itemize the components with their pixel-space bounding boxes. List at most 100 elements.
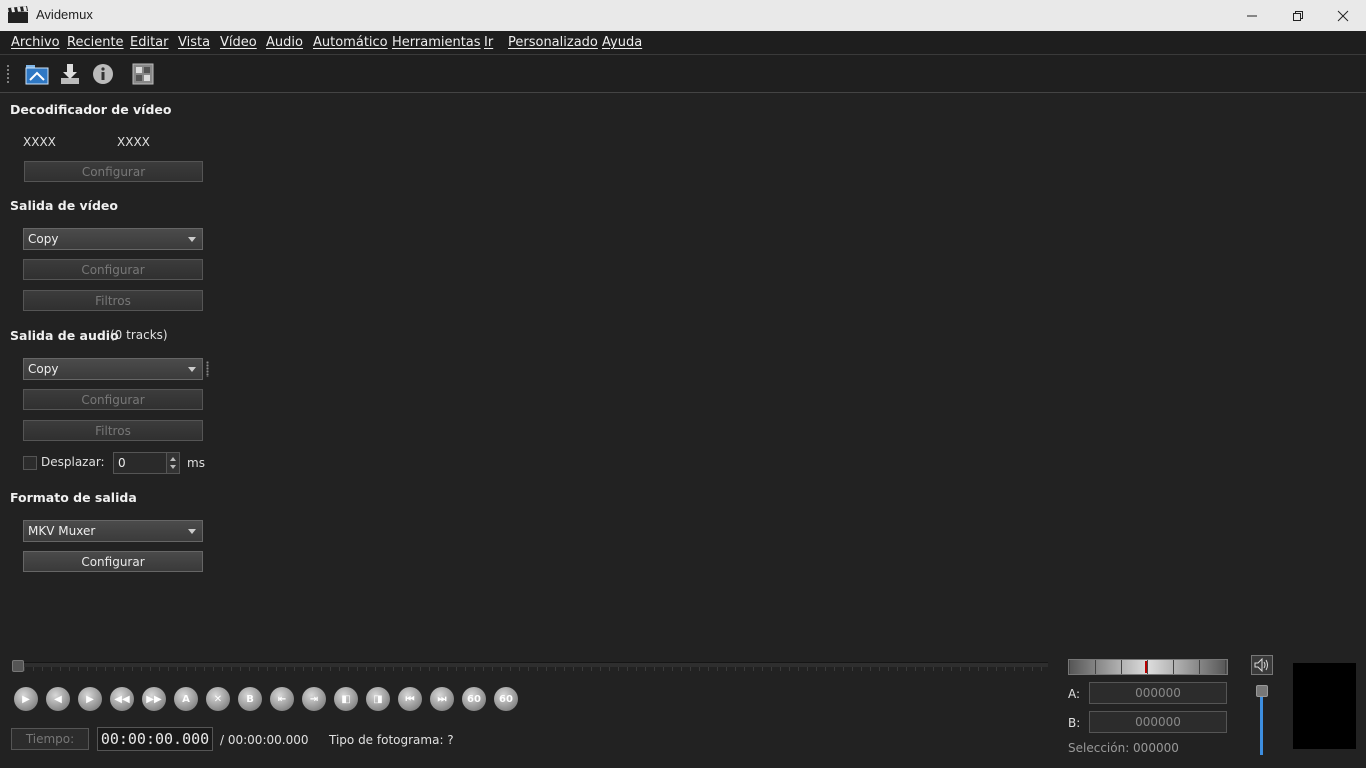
audio-tracks-count: (0 tracks) xyxy=(110,328,168,342)
back-60-button[interactable]: 60 xyxy=(462,687,486,711)
previous-keyframe-button[interactable]: ⇤ xyxy=(270,687,294,711)
total-time: / 00:00:00.000 xyxy=(220,733,309,747)
go-first-button[interactable]: ⏮ xyxy=(398,687,422,711)
delete-icon: ✕ xyxy=(213,693,223,705)
video-preview xyxy=(1293,663,1356,749)
info-icon[interactable] xyxy=(90,61,116,87)
audio-configure-button[interactable]: Configurar xyxy=(23,389,203,410)
restore-button[interactable] xyxy=(1275,0,1321,31)
go-last-icon: ⏭ xyxy=(437,693,447,705)
go-first-icon: ⏮ xyxy=(405,693,415,705)
menu-bar: Archivo Reciente Editar Vista Vídeo Audi… xyxy=(0,31,1366,55)
shift-spinbox[interactable]: 0 xyxy=(113,452,180,474)
marker-a-field[interactable]: 000000 xyxy=(1089,682,1227,704)
go-last-button[interactable]: ⏭ xyxy=(430,687,454,711)
video-codec-select[interactable]: Copy xyxy=(23,228,203,250)
volume-slider[interactable] xyxy=(1260,697,1263,755)
speaker-icon xyxy=(1254,657,1268,673)
previous-frame-button[interactable]: ◀ xyxy=(46,687,70,711)
menu-ir[interactable]: Ir xyxy=(484,35,493,50)
save-file-icon[interactable] xyxy=(57,61,83,87)
menu-herramientas[interactable]: Herramientas xyxy=(392,35,481,50)
menu-ayuda[interactable]: Ayuda xyxy=(602,35,642,50)
set-marker-a-button[interactable]: A xyxy=(174,687,198,711)
audio-codec-value: Copy xyxy=(28,362,59,376)
close-icon xyxy=(1337,10,1349,21)
back-60-icon: 60 xyxy=(467,693,481,705)
marker-b-field[interactable]: 000000 xyxy=(1089,711,1227,733)
audio-filters-button[interactable]: Filtros xyxy=(23,420,203,441)
audio-splitter-handle[interactable] xyxy=(206,361,209,377)
next-black-icon: ◨ xyxy=(373,693,383,705)
minimize-icon xyxy=(1247,15,1257,16)
minimize-button[interactable] xyxy=(1229,0,1275,31)
meter-marker xyxy=(1145,661,1147,673)
next-frame-button[interactable]: ▶ xyxy=(78,687,102,711)
previous-black-icon: ◧ xyxy=(341,693,351,705)
menu-personalizado[interactable]: Personalizado xyxy=(508,35,598,50)
marker-a-label: A: xyxy=(1068,687,1081,701)
toolbar xyxy=(0,55,1366,93)
video-filters-button[interactable]: Filtros xyxy=(23,290,203,311)
frame-type: Tipo de fotograma: ? xyxy=(329,733,454,747)
decoder-codec-left: XXXX xyxy=(23,135,56,149)
time-button[interactable]: Tiempo: xyxy=(11,728,89,750)
muxer-configure-button[interactable]: Configurar xyxy=(23,551,203,572)
spin-arrows-icon[interactable] xyxy=(166,453,179,473)
current-time-field[interactable]: 00:00:00.000 xyxy=(97,727,213,751)
next-keyframe-icon: ⇥ xyxy=(309,693,319,705)
rewind-button[interactable]: ◀◀ xyxy=(110,687,134,711)
chevron-down-icon xyxy=(188,237,196,242)
play-button[interactable]: ▶ xyxy=(14,687,38,711)
previous-frame-icon: ◀ xyxy=(54,693,62,705)
menu-vista[interactable]: Vista xyxy=(178,35,210,50)
shift-value: 0 xyxy=(118,456,126,470)
menu-automatico[interactable]: Automático xyxy=(313,35,388,50)
decoder-codec-right: XXXX xyxy=(117,135,150,149)
video-configure-button[interactable]: Configurar xyxy=(23,259,203,280)
selection-text: Selección: 000000 xyxy=(1068,741,1179,755)
volume-button[interactable] xyxy=(1251,655,1273,675)
chevron-down-icon xyxy=(188,529,196,534)
menu-editar[interactable]: Editar xyxy=(130,35,169,50)
audio-codec-select[interactable]: Copy xyxy=(23,358,203,380)
video-decoder-title: Decodificador de vídeo xyxy=(10,102,172,117)
forward-60-button[interactable]: 60 xyxy=(494,687,518,711)
shift-unit: ms xyxy=(187,456,205,470)
menu-audio[interactable]: Audio xyxy=(266,35,303,50)
play-icon: ▶ xyxy=(22,693,30,705)
set-marker-b-icon: B xyxy=(246,693,254,705)
audio-meter xyxy=(1068,659,1228,675)
menu-archivo[interactable]: Archivo xyxy=(11,35,60,50)
delete-button[interactable]: ✕ xyxy=(206,687,230,711)
timeline-ticks xyxy=(24,667,1048,671)
shift-label: Desplazar: xyxy=(41,455,105,469)
timeline-handle[interactable] xyxy=(12,660,24,672)
set-marker-b-button[interactable]: B xyxy=(238,687,262,711)
title-bar: Avidemux xyxy=(0,0,1366,31)
open-file-icon[interactable] xyxy=(24,61,50,87)
video-codec-value: Copy xyxy=(28,232,59,246)
next-black-button[interactable]: ◨ xyxy=(366,687,390,711)
set-marker-a-icon: A xyxy=(182,693,190,705)
muxer-value: MKV Muxer xyxy=(28,524,96,538)
output-format-title: Formato de salida xyxy=(10,490,137,505)
close-button[interactable] xyxy=(1320,0,1366,31)
menu-video[interactable]: Vídeo xyxy=(220,35,257,50)
volume-handle[interactable] xyxy=(1256,685,1268,697)
previous-black-button[interactable]: ◧ xyxy=(334,687,358,711)
next-keyframe-button[interactable]: ⇥ xyxy=(302,687,326,711)
toolbar-grip[interactable] xyxy=(6,64,10,84)
menu-reciente[interactable]: Reciente xyxy=(67,35,124,50)
muxer-select[interactable]: MKV Muxer xyxy=(23,520,203,542)
previous-keyframe-icon: ⇤ xyxy=(277,693,287,705)
decoder-configure-button[interactable]: Configurar xyxy=(24,161,203,182)
shift-checkbox[interactable] xyxy=(23,456,37,470)
forward-60-icon: 60 xyxy=(499,693,513,705)
chevron-down-icon xyxy=(188,367,196,372)
calculator-icon[interactable] xyxy=(130,61,156,87)
restore-icon xyxy=(1293,10,1303,21)
video-output-title: Salida de vídeo xyxy=(10,198,118,213)
fast-forward-button[interactable]: ▶▶ xyxy=(142,687,166,711)
marker-b-label: B: xyxy=(1068,716,1081,730)
